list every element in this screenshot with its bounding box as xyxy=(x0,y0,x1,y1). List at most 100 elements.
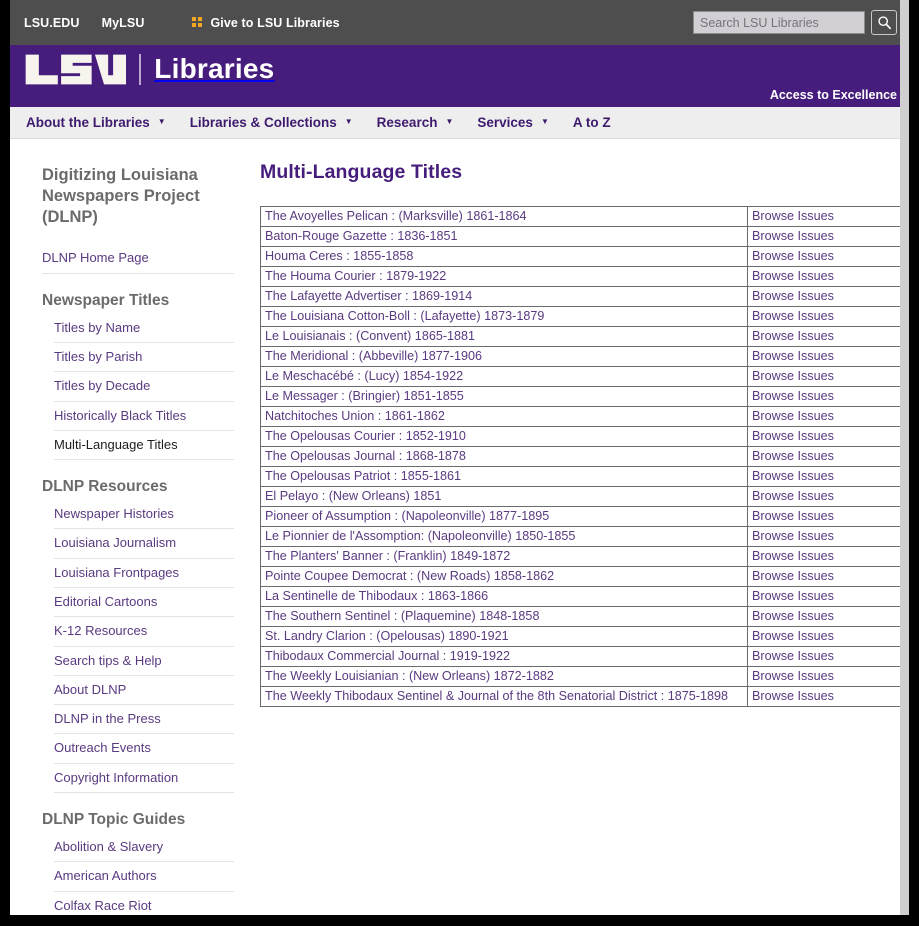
table-cell-browse: Browse Issues xyxy=(747,486,906,507)
sidebar-item-historically-black-titles[interactable]: Historically Black Titles xyxy=(54,402,234,431)
sidebar-item-search-tips-and-help[interactable]: Search tips & Help xyxy=(54,647,234,676)
table-cell-browse: Browse Issues xyxy=(747,466,906,487)
nav-item-a-to-z[interactable]: A to Z xyxy=(573,115,611,130)
search-button[interactable] xyxy=(871,10,897,35)
utility-link-mylsu[interactable]: MyLSU xyxy=(102,16,145,30)
search-input[interactable] xyxy=(693,11,865,34)
browse-issues-link[interactable]: Browse Issues xyxy=(752,349,834,363)
browse-issues-link[interactable]: Browse Issues xyxy=(752,469,834,483)
browse-issues-link[interactable]: Browse Issues xyxy=(752,369,834,383)
newspaper-title-link[interactable]: Le Louisianais : (Convent) 1865-1881 xyxy=(265,329,475,343)
newspaper-title-link[interactable]: Le Pionnier de l'Assomption: (Napoleonvi… xyxy=(265,529,575,543)
sidebar-item-louisiana-journalism[interactable]: Louisiana Journalism xyxy=(54,529,234,559)
table-cell-browse: Browse Issues xyxy=(747,346,906,367)
table-row: Pioneer of Assumption : (Napoleonville) … xyxy=(260,506,906,527)
browse-issues-link[interactable]: Browse Issues xyxy=(752,289,834,303)
newspaper-title-link[interactable]: The Louisiana Cotton-Boll : (Lafayette) … xyxy=(265,309,544,323)
newspaper-title-link[interactable]: The Houma Courier : 1879-1922 xyxy=(265,269,446,283)
browse-issues-link[interactable]: Browse Issues xyxy=(752,429,834,443)
browse-issues-link[interactable]: Browse Issues xyxy=(752,529,834,543)
table-cell-browse: Browse Issues xyxy=(747,666,906,687)
newspaper-title-link[interactable]: Le Messager : (Bringier) 1851-1855 xyxy=(265,389,464,403)
browse-issues-link[interactable]: Browse Issues xyxy=(752,389,834,403)
browse-issues-link[interactable]: Browse Issues xyxy=(752,489,834,503)
nav-item-research[interactable]: Research ▼ xyxy=(377,115,454,130)
sidebar-item-titles-by-name[interactable]: Titles by Name xyxy=(54,314,234,343)
sidebar-item-dlnp-in-the-press[interactable]: DLNP in the Press xyxy=(54,705,234,735)
browse-issues-link[interactable]: Browse Issues xyxy=(752,629,834,643)
browse-issues-link[interactable]: Browse Issues xyxy=(752,649,834,663)
table-cell-title: Baton-Rouge Gazette : 1836-1851 xyxy=(260,226,748,247)
sidebar-item-colfax-race-riot[interactable]: Colfax Race Riot xyxy=(54,892,234,915)
nav-item-services[interactable]: Services ▼ xyxy=(477,115,548,130)
browse-issues-link[interactable]: Browse Issues xyxy=(752,249,834,263)
table-row: The Opelousas Courier : 1852-1910 Browse… xyxy=(260,426,906,447)
sidebar-item-editorial-cartoons[interactable]: Editorial Cartoons xyxy=(54,588,234,618)
sidebar-item-titles-by-parish[interactable]: Titles by Parish xyxy=(54,343,234,373)
nav-item-about-the-libraries[interactable]: About the Libraries ▼ xyxy=(26,115,166,130)
browse-issues-link[interactable]: Browse Issues xyxy=(752,229,834,243)
table-cell-browse: Browse Issues xyxy=(747,526,906,547)
give-to-lsu-libraries-link[interactable]: Give to LSU Libraries xyxy=(192,16,340,30)
newspaper-title-link[interactable]: The Opelousas Courier : 1852-1910 xyxy=(265,429,466,443)
lsu-libraries-logo[interactable]: Libraries xyxy=(24,53,274,86)
newspaper-title-link[interactable]: The Avoyelles Pelican : (Marksville) 186… xyxy=(265,209,527,223)
browse-issues-link[interactable]: Browse Issues xyxy=(752,589,834,603)
table-row: The Houma Courier : 1879-1922 Browse Iss… xyxy=(260,266,906,287)
sidebar-item-american-authors[interactable]: American Authors xyxy=(54,862,234,892)
table-row: The Opelousas Journal : 1868-1878 Browse… xyxy=(260,446,906,467)
site-banner: Libraries Access to Excellence xyxy=(10,45,909,107)
nav-item-libraries-and-collections[interactable]: Libraries & Collections ▼ xyxy=(190,115,353,130)
sidebar-item-k-12-resources[interactable]: K-12 Resources xyxy=(54,617,234,647)
newspaper-title-link[interactable]: Le Meschacébé : (Lucy) 1854-1922 xyxy=(265,369,463,383)
browse-issues-link[interactable]: Browse Issues xyxy=(752,449,834,463)
sidebar-item-newspaper-histories[interactable]: Newspaper Histories xyxy=(54,500,234,530)
newspaper-title-link[interactable]: El Pelayo : (New Orleans) 1851 xyxy=(265,489,441,503)
browse-issues-link[interactable]: Browse Issues xyxy=(752,509,834,523)
browse-issues-link[interactable]: Browse Issues xyxy=(752,549,834,563)
newspaper-title-link[interactable]: Natchitoches Union : 1861-1862 xyxy=(265,409,445,423)
browse-issues-link[interactable]: Browse Issues xyxy=(752,609,834,623)
browser-viewport: LSU.EDU MyLSU Give to LSU Libraries Sear… xyxy=(10,0,909,915)
sidebar-item-titles-by-decade[interactable]: Titles by Decade xyxy=(54,372,234,402)
newspaper-title-link[interactable]: Pointe Coupee Democrat : (New Roads) 185… xyxy=(265,569,554,583)
vertical-scrollbar[interactable] xyxy=(900,0,909,915)
newspaper-title-link[interactable]: St. Landry Clarion : (Opelousas) 1890-19… xyxy=(265,629,509,643)
newspaper-title-link[interactable]: Pioneer of Assumption : (Napoleonville) … xyxy=(265,509,549,523)
utility-link-lsu-edu[interactable]: LSU.EDU xyxy=(24,16,80,30)
sidebar-item-dlnp-home-page[interactable]: DLNP Home Page xyxy=(42,244,234,274)
newspaper-title-link[interactable]: Houma Ceres : 1855-1858 xyxy=(265,249,413,263)
sidebar-item-abolition-and-slavery[interactable]: Abolition & Slavery xyxy=(54,833,234,863)
newspaper-title-link[interactable]: La Sentinelle de Thibodaux : 1863-1866 xyxy=(265,589,488,603)
browse-issues-link[interactable]: Browse Issues xyxy=(752,569,834,583)
browse-issues-link[interactable]: Browse Issues xyxy=(752,689,834,703)
newspaper-title-link[interactable]: The Meridional : (Abbeville) 1877-1906 xyxy=(265,349,482,363)
newspaper-title-link[interactable]: The Weekly Thibodaux Sentinel & Journal … xyxy=(265,689,728,703)
table-row: The Opelousas Patriot : 1855-1861 Browse… xyxy=(260,466,906,487)
newspaper-title-link[interactable]: Baton-Rouge Gazette : 1836-1851 xyxy=(265,229,458,243)
sidebar-title: Digitizing Louisiana Newspapers Project … xyxy=(42,166,200,227)
table-cell-title: Pointe Coupee Democrat : (New Roads) 185… xyxy=(260,566,748,587)
newspaper-title-link[interactable]: The Southern Sentinel : (Plaquemine) 184… xyxy=(265,609,539,623)
browse-issues-link[interactable]: Browse Issues xyxy=(752,329,834,343)
newspaper-title-link[interactable]: The Weekly Louisianian : (New Orleans) 1… xyxy=(265,669,554,683)
gift-icon xyxy=(192,17,203,28)
table-row: Baton-Rouge Gazette : 1836-1851 Browse I… xyxy=(260,226,906,247)
sidebar-item-louisiana-frontpages[interactable]: Louisiana Frontpages xyxy=(54,559,234,588)
browse-issues-link[interactable]: Browse Issues xyxy=(752,309,834,323)
browse-issues-link[interactable]: Browse Issues xyxy=(752,669,834,683)
sidebar-item-about-dlnp[interactable]: About DLNP xyxy=(54,676,234,706)
sidebar-item-copyright-information[interactable]: Copyright Information xyxy=(54,764,234,794)
newspaper-title-link[interactable]: The Planters' Banner : (Franklin) 1849-1… xyxy=(265,549,510,563)
sidebar-item-outreach-events[interactable]: Outreach Events xyxy=(54,734,234,764)
newspaper-title-link[interactable]: The Lafayette Advertiser : 1869-1914 xyxy=(265,289,472,303)
newspaper-title-link[interactable]: The Opelousas Journal : 1868-1878 xyxy=(265,449,466,463)
browse-issues-link[interactable]: Browse Issues xyxy=(752,269,834,283)
sidebar-item-multi-language-titles[interactable]: Multi-Language Titles xyxy=(54,431,234,461)
newspaper-title-link[interactable]: The Opelousas Patriot : 1855-1861 xyxy=(265,469,461,483)
table-row: Natchitoches Union : 1861-1862 Browse Is… xyxy=(260,406,906,427)
browse-issues-link[interactable]: Browse Issues xyxy=(752,409,834,423)
browse-issues-link[interactable]: Browse Issues xyxy=(752,209,834,223)
table-row: The Meridional : (Abbeville) 1877-1906 B… xyxy=(260,346,906,367)
newspaper-title-link[interactable]: Thibodaux Commercial Journal : 1919-1922 xyxy=(265,649,510,663)
